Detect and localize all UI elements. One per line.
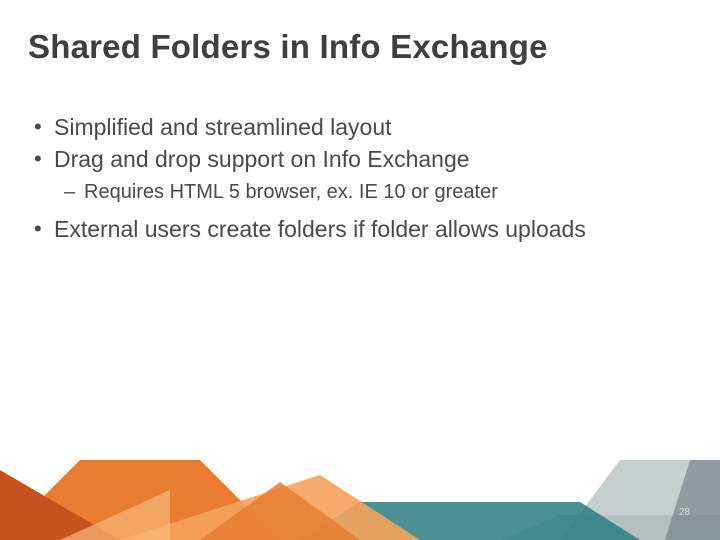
page-number: 28: [679, 507, 690, 518]
bullet-item: Drag and drop support on Info Exchange: [28, 144, 680, 174]
bullet-item: Simplified and streamlined layout: [28, 112, 680, 142]
sub-bullet-item: Requires HTML 5 browser, ex. IE 10 or gr…: [28, 179, 680, 206]
slide-content: Simplified and streamlined layout Drag a…: [28, 112, 680, 246]
footer-decoration: [0, 460, 720, 540]
bullet-item: External users create folders if folder …: [28, 214, 680, 244]
slide: Shared Folders in Info Exchange Simplifi…: [0, 0, 720, 540]
slide-title: Shared Folders in Info Exchange: [28, 28, 548, 66]
